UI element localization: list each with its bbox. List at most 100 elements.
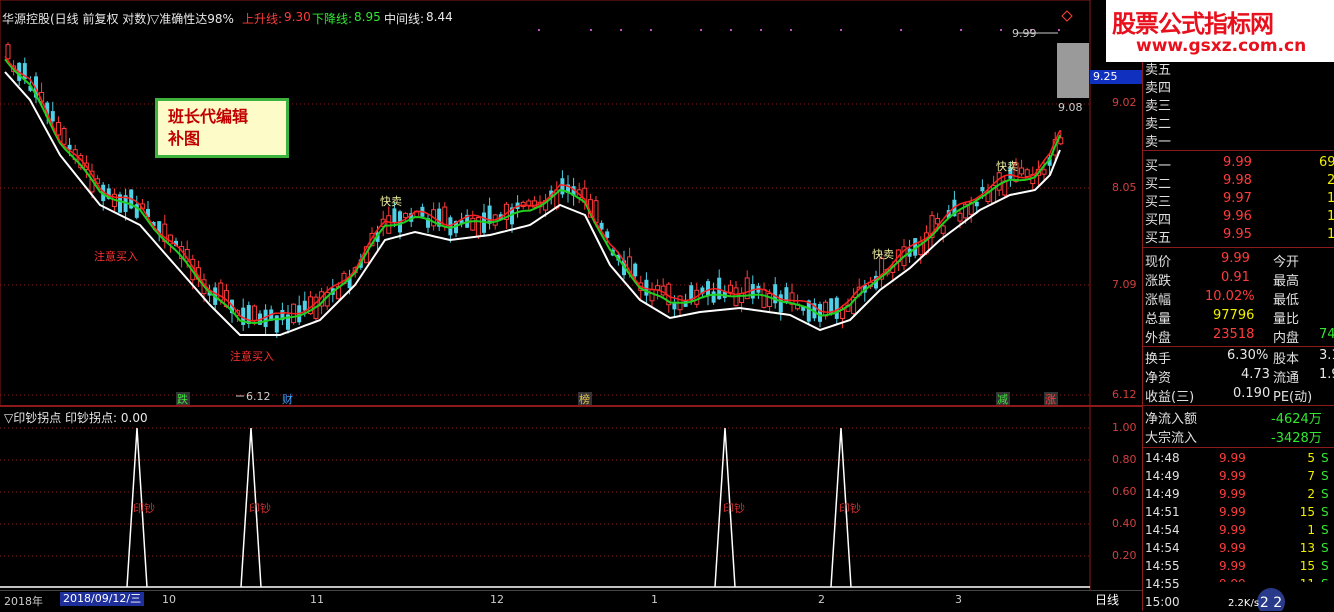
- tick-row: 14:48 9.99 5 S: [1143, 450, 1334, 468]
- sell-row-4[interactable]: 卖四: [1143, 76, 1334, 96]
- selected-date[interactable]: 2018/09/12/三: [60, 592, 145, 606]
- buy-price: 9.97: [1223, 191, 1252, 206]
- candle: [677, 295, 683, 318]
- signal-dot: [590, 29, 592, 31]
- buy-row-3[interactable]: 买三 9.97 1: [1143, 190, 1334, 210]
- signal-dot: [730, 29, 732, 31]
- sell-label: 卖一: [1145, 135, 1172, 150]
- tick-side: S: [1321, 523, 1329, 537]
- candle: [649, 282, 655, 308]
- stat-value: 1.9: [1319, 367, 1334, 382]
- price-axis-1: 9.02: [1112, 96, 1137, 109]
- candle: [123, 188, 128, 221]
- signal-dot: [1058, 29, 1060, 31]
- tick-row: 14:54 9.99 13 S: [1143, 540, 1334, 558]
- sell-row-3[interactable]: 卖三: [1143, 94, 1334, 114]
- stat2-row-2: 净资 4.73流通 1.9: [1143, 366, 1334, 386]
- stat2-row-3: 收益(三) 0.190 PE(动): [1143, 385, 1334, 405]
- candle: [280, 302, 285, 326]
- candle: [795, 294, 801, 311]
- stat-label: 流通: [1273, 371, 1300, 386]
- signal-dot: [620, 29, 622, 31]
- gauge-digits: 2 2: [1260, 595, 1282, 611]
- candle: [241, 298, 246, 331]
- tick-row: 14:55 9.99 15 S: [1143, 558, 1334, 576]
- tick-price: 9.99: [1219, 469, 1246, 483]
- date-axis[interactable]: 2018年 2018/09/12/三 10 11 12 1 2 3 日线: [0, 590, 1142, 612]
- stat-value: 0.91: [1221, 270, 1250, 285]
- buy-row-5[interactable]: 买五 9.95 1: [1143, 226, 1334, 246]
- kline-chart[interactable]: 9.99 9.08 6.12 注意买入 注意买入 快卖 快卖 快卖 跌 财 榜 …: [0, 0, 1142, 590]
- tick-row: 14:54 9.99 1 S: [1143, 522, 1334, 540]
- indicator-name[interactable]: ▽准确性达98%: [150, 10, 234, 27]
- date-month-2: 11: [310, 593, 324, 606]
- buy-price: 9.95: [1223, 227, 1252, 242]
- stat-label: 量比: [1273, 312, 1300, 327]
- stat-label: PE(动): [1273, 390, 1313, 405]
- price-axis-4: 6.12: [1112, 388, 1137, 401]
- stat-label: 涨幅: [1145, 293, 1172, 308]
- stat-value: 23518: [1213, 327, 1255, 342]
- tick-time: 14:49: [1145, 469, 1180, 483]
- flow-row-1: 净流入额 -4624万: [1143, 407, 1334, 427]
- tick-price: 9.99: [1219, 541, 1246, 555]
- candle: [929, 211, 935, 247]
- tick-price: 9.99: [1219, 487, 1246, 501]
- candle: [426, 213, 430, 233]
- price-highlight-block: [1057, 43, 1089, 98]
- candle: [789, 283, 795, 312]
- flow-row-2: 大宗流入 -3428万: [1143, 426, 1334, 446]
- tick-side: S: [1321, 505, 1329, 519]
- stat-value: 10.02%: [1205, 289, 1255, 304]
- stat-value: 9.99: [1221, 251, 1250, 266]
- candle: [722, 285, 727, 303]
- candle: [706, 278, 710, 306]
- buy-row-2[interactable]: 买二 9.98 2: [1143, 172, 1334, 192]
- stat-value: 74: [1319, 327, 1334, 342]
- tick-time: 15:00: [1145, 595, 1180, 609]
- buy-row-4[interactable]: 买四 9.96 1: [1143, 208, 1334, 228]
- candle: [465, 209, 470, 228]
- tick-time: 14:54: [1145, 523, 1180, 537]
- sell-signal-3: 快卖: [996, 160, 1018, 173]
- stat-value: 3.1: [1319, 348, 1334, 363]
- marker-4: 减: [997, 393, 1008, 406]
- buy-price: 9.98: [1223, 173, 1252, 188]
- candle: [246, 301, 251, 329]
- candle: [773, 277, 778, 309]
- sell-row-2[interactable]: 卖二: [1143, 112, 1334, 132]
- stock-title[interactable]: 华源控股(日线 前复权 对数): [2, 10, 151, 27]
- stat-label: 股本: [1273, 352, 1300, 367]
- buy-row-1[interactable]: 买一 9.99 69: [1143, 154, 1334, 174]
- buy-price: 9.96: [1223, 209, 1252, 224]
- sell-row-5[interactable]: 卖五: [1143, 58, 1334, 78]
- tick-side: S: [1321, 469, 1329, 483]
- stat-label: 总量: [1145, 312, 1172, 327]
- flow-value: -3428万: [1271, 431, 1322, 446]
- period-button[interactable]: 日线: [1095, 591, 1141, 611]
- stat-label: 换手: [1145, 352, 1172, 367]
- quote-panel: 卖五 卖四 卖三 卖二 卖一 买一 9.99 69 买二 9.98 2 买三 9.97 1 …: [1142, 62, 1334, 611]
- tick-time: 14:49: [1145, 487, 1180, 501]
- signal-dot: [760, 29, 762, 31]
- sub-indicator-title[interactable]: ▽印钞拐点 印钞拐点: 0.00: [4, 409, 148, 426]
- tick-time: 14:54: [1145, 541, 1180, 555]
- candle: [571, 177, 576, 206]
- stat-label: 最低: [1273, 293, 1300, 308]
- stat2-row-1: 换手 6.30% 股本 3.1: [1143, 347, 1334, 367]
- signal-dot: [840, 29, 842, 31]
- stat-label: 涨跌: [1145, 274, 1172, 289]
- sell-signal-1: 快卖: [380, 195, 402, 208]
- tick-side: S: [1321, 559, 1329, 573]
- sub-axis-2: 0.80: [1112, 453, 1137, 466]
- watermark-url: www.gsxz.com.cn: [1136, 36, 1307, 56]
- tick-side: S: [1321, 487, 1329, 501]
- sell-row-1[interactable]: 卖一: [1143, 130, 1334, 150]
- candle: [566, 175, 570, 203]
- note-line-1: 班长代编辑: [168, 107, 249, 126]
- tick-volume: 1: [1307, 523, 1315, 537]
- stat-value: 0.190: [1233, 386, 1271, 401]
- price-gridlines: [0, 103, 1090, 557]
- date-month-4: 1: [651, 593, 658, 606]
- flow-value: -4624万: [1271, 412, 1322, 427]
